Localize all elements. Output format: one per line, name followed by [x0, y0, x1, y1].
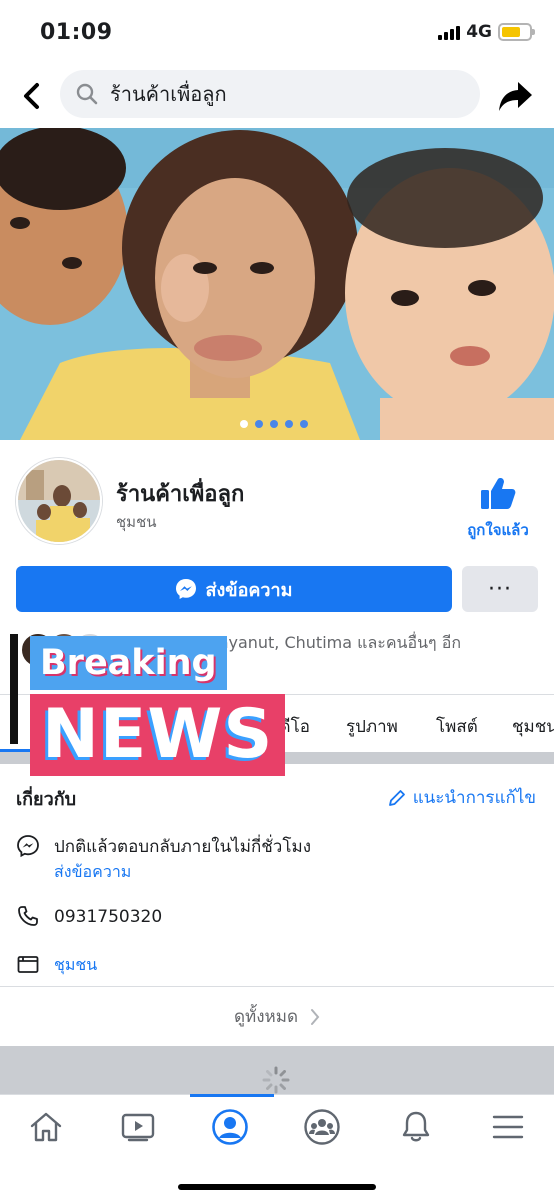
nav-profile[interactable]	[200, 1105, 260, 1149]
response-message-link[interactable]: ส่งข้อความ	[54, 860, 311, 884]
phone-number: 0931750320	[54, 907, 163, 927]
liked-button[interactable]: ถูกใจแล้ว	[460, 476, 536, 542]
cover-photo-illustration	[0, 128, 554, 440]
bell-icon	[402, 1111, 430, 1142]
battery-icon	[498, 23, 535, 41]
phone-icon	[18, 906, 38, 926]
tab-posts[interactable]: โพสต์	[436, 713, 478, 740]
breaking-news-bottom-label: NEWS	[30, 694, 286, 776]
breaking-news-top-label: Breaking	[30, 636, 227, 690]
more-options-button[interactable]: ···	[462, 566, 538, 612]
cover-pagination-dots	[240, 420, 308, 428]
liked-label: ถูกใจแล้ว	[467, 521, 529, 539]
video-icon	[121, 1113, 155, 1142]
breaking-news-bar	[10, 634, 18, 744]
send-message-label: ส่งข้อความ	[205, 579, 293, 601]
page-avatar[interactable]	[16, 458, 102, 544]
search-query: ร้านค้าเพื่อลูก	[110, 82, 227, 106]
nav-groups[interactable]	[292, 1105, 352, 1149]
tab-photos[interactable]: รูปภาพ	[346, 713, 398, 740]
back-arrow-icon	[24, 83, 39, 109]
suggest-edit-link[interactable]: แนะนำการแก้ไข	[387, 784, 536, 811]
thumbs-up-icon	[481, 478, 516, 509]
search-input[interactable]: ร้านค้าเพื่อลูก	[60, 70, 480, 118]
top-navigation: ร้านค้าเพื่อลูก	[0, 64, 554, 128]
messenger-outline-icon	[17, 835, 39, 858]
home-indicator[interactable]	[178, 1184, 376, 1190]
back-button[interactable]	[14, 78, 50, 114]
nav-notifications[interactable]	[386, 1105, 446, 1149]
pagination-dot	[255, 420, 263, 428]
home-icon	[30, 1112, 62, 1142]
see-all-label: ดูทั้งหมด	[234, 1007, 298, 1027]
status-bar: 01:09 4G	[0, 0, 554, 64]
phone-row[interactable]: 0931750320	[16, 904, 536, 930]
nav-watch[interactable]	[108, 1105, 168, 1149]
loading-spinner-icon	[262, 1066, 290, 1094]
about-heading: เกี่ยวกับ	[16, 789, 77, 810]
breaking-news-bottom-text: NEWS	[42, 695, 274, 774]
chevron-right-icon	[311, 1008, 320, 1025]
menu-icon	[492, 1115, 524, 1139]
network-label: 4G	[466, 22, 492, 42]
category-link[interactable]: ชุมชน	[54, 952, 97, 978]
share-icon	[499, 82, 532, 111]
cover-photo[interactable]	[0, 128, 554, 440]
pagination-dot	[240, 420, 248, 428]
groups-icon	[304, 1109, 340, 1145]
category-icon	[17, 956, 39, 973]
category-row[interactable]: ชุมชน	[16, 952, 536, 978]
signal-icon	[438, 24, 461, 40]
status-indicators: 4G	[438, 22, 535, 42]
avatar-image	[18, 460, 100, 542]
messenger-icon	[176, 579, 197, 599]
search-icon	[76, 83, 98, 105]
response-time-row: ปกติแล้วตอบกลับภายในไม่กี่ชั่วโมง ส่งข้อ…	[16, 834, 536, 884]
pagination-dot	[285, 420, 293, 428]
see-all-button[interactable]: ดูทั้งหมด	[0, 986, 554, 1046]
nav-home[interactable]	[16, 1105, 76, 1149]
pagination-dot	[270, 420, 278, 428]
tab-community[interactable]: ชุมชน	[512, 713, 554, 740]
response-time-text: ปกติแล้วตอบกลับภายในไม่กี่ชั่วโมง	[54, 837, 311, 857]
profile-icon	[212, 1109, 248, 1145]
nav-menu[interactable]	[478, 1105, 538, 1149]
breaking-news-top-text: Breaking	[40, 643, 217, 683]
send-message-button[interactable]: ส่งข้อความ	[16, 566, 452, 612]
pagination-dot	[300, 420, 308, 428]
page-category: ชุมชน	[116, 513, 157, 531]
active-nav-indicator	[190, 1094, 274, 1097]
status-time: 01:09	[40, 20, 113, 45]
pencil-icon	[388, 789, 405, 806]
suggest-edit-label: แนะนำการแก้ไข	[412, 788, 536, 808]
share-button[interactable]	[496, 76, 536, 116]
page-title: ร้านค้าเพื่อลูก	[116, 482, 245, 507]
